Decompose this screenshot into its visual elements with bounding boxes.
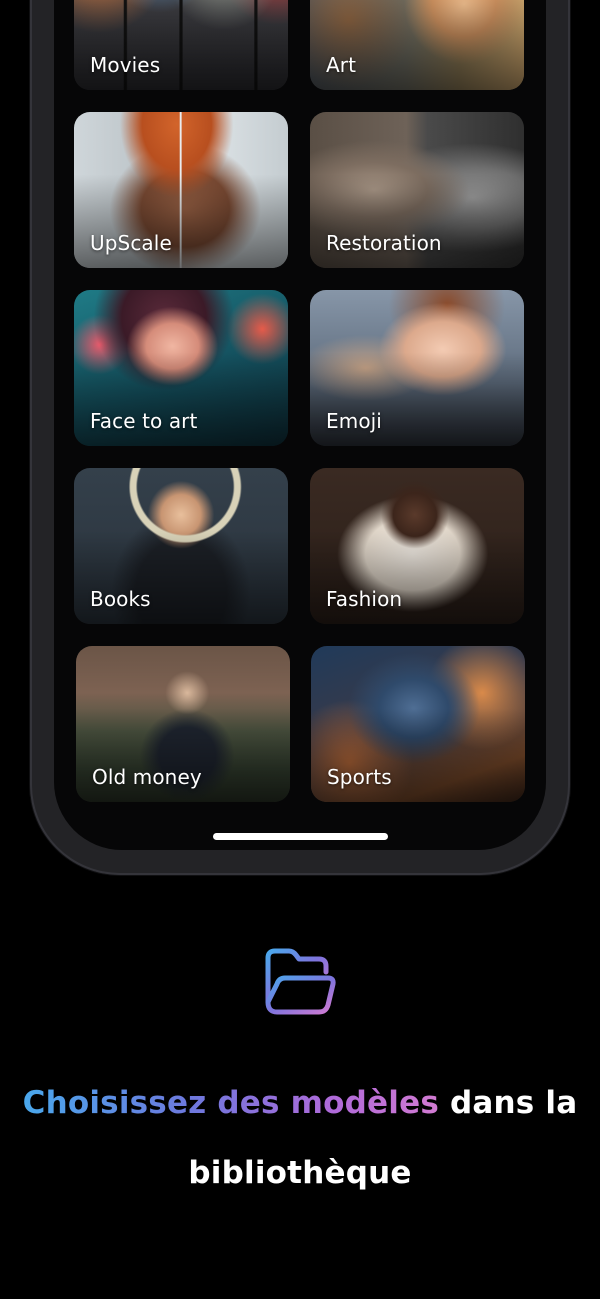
template-label: Face to art — [90, 409, 198, 433]
template-card-movies[interactable]: Movies — [74, 0, 288, 90]
folder-icon — [265, 948, 336, 1015]
template-card-fashion[interactable]: Fashion — [310, 468, 524, 624]
home-indicator — [213, 833, 388, 840]
template-label: Movies — [90, 53, 161, 77]
template-card-art[interactable]: Art — [310, 0, 524, 90]
template-card-emoji[interactable]: Emoji — [310, 290, 524, 446]
template-card-upscale[interactable]: UpScale — [74, 112, 288, 268]
template-label: Restoration — [326, 231, 442, 255]
phone-screen: Movies Art UpScale Restoration Face to a… — [54, 0, 546, 850]
template-card-face-to-art[interactable]: Face to art — [74, 290, 288, 446]
template-label: Art — [326, 53, 357, 77]
template-label: Emoji — [326, 409, 382, 433]
promo-headline: Choisissez des modèles dans la bibliothè… — [0, 1068, 600, 1208]
headline-highlight: Choisissez des modèles — [22, 1085, 439, 1121]
template-card-old-money[interactable]: Old money — [76, 646, 290, 802]
template-label: Old money — [92, 765, 202, 789]
template-label: Fashion — [326, 587, 403, 611]
template-label: UpScale — [90, 231, 172, 255]
template-label: Books — [90, 587, 151, 611]
template-card-sports[interactable]: Sports — [311, 646, 525, 802]
template-card-restoration[interactable]: Restoration — [310, 112, 524, 268]
template-label: Sports — [327, 765, 392, 789]
template-card-books[interactable]: Books — [74, 468, 288, 624]
